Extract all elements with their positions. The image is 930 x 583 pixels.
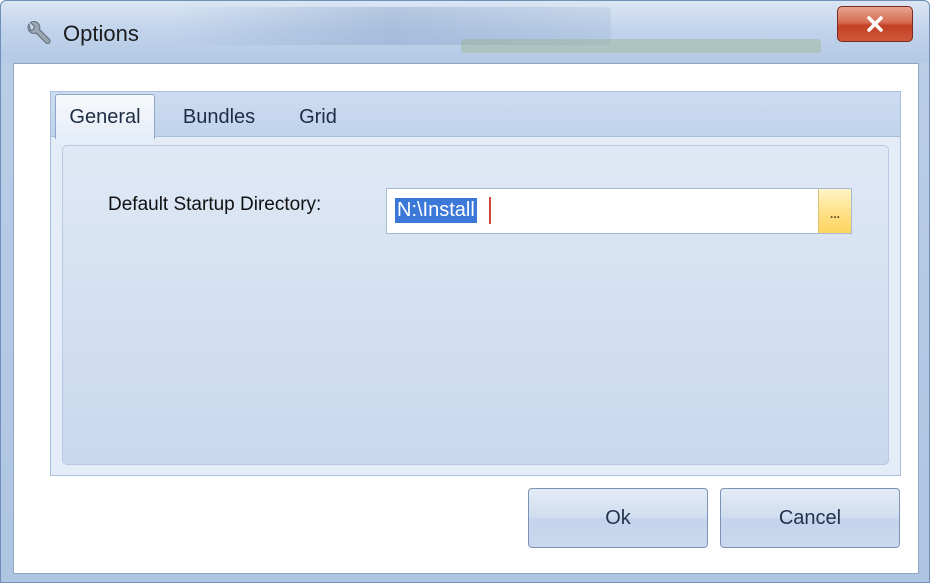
startup-directory-label: Default Startup Directory: <box>108 194 322 215</box>
cancel-button[interactable]: Cancel <box>720 488 900 548</box>
background-blur-strip <box>461 39 821 53</box>
browse-label: ... <box>829 207 840 221</box>
tab-panel-general <box>50 136 901 476</box>
close-button[interactable] <box>837 6 913 42</box>
startup-directory-input[interactable]: N:\Install ... <box>386 188 852 234</box>
cancel-button-label: Cancel <box>778 506 842 529</box>
dialog-client-area: General Bundles Grid Default Startup Dir… <box>13 63 919 574</box>
tab-label: Bundles <box>182 105 256 128</box>
window-title: Options <box>63 21 139 46</box>
text-caret <box>489 197 491 224</box>
wrench-icon <box>23 20 51 49</box>
tab-label: Grid <box>299 105 337 128</box>
tab-grid[interactable]: Grid <box>283 96 353 138</box>
tab-label: General <box>69 105 141 128</box>
tab-general[interactable]: General <box>55 94 155 139</box>
tab-bundles[interactable]: Bundles <box>167 96 271 138</box>
tab-strip: General Bundles Grid <box>50 91 901 139</box>
browse-button[interactable]: ... <box>818 189 851 233</box>
startup-directory-value[interactable]: N:\Install <box>395 198 477 223</box>
title-bar[interactable]: Options <box>1 1 929 63</box>
options-dialog: Options General Bundles Grid Default Sta… <box>0 0 930 583</box>
ok-button-label: Ok <box>605 506 631 529</box>
close-x-icon <box>867 16 883 32</box>
ok-button[interactable]: Ok <box>528 488 708 548</box>
